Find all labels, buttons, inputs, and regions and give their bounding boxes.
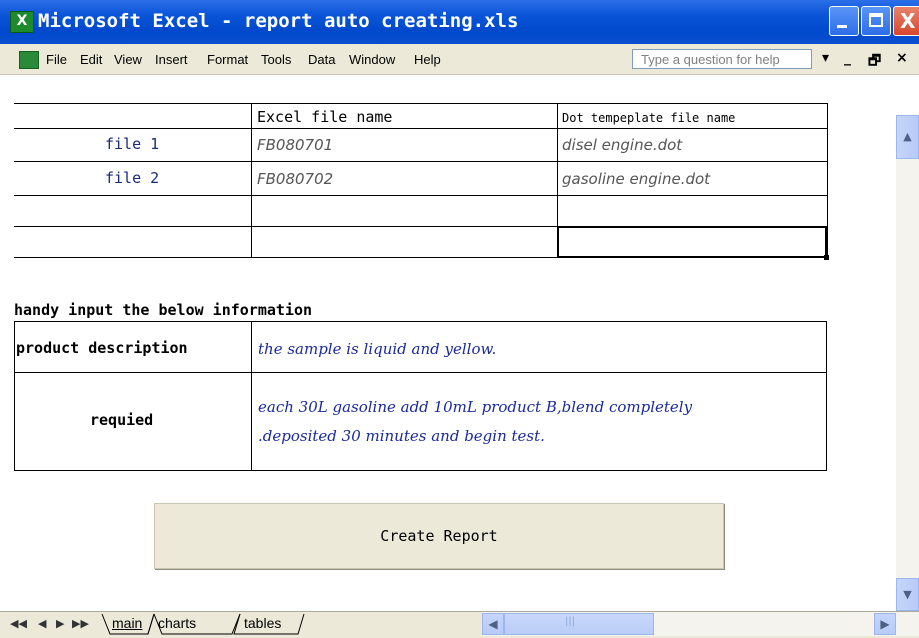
scroll-right-button[interactable]: ▶: [874, 613, 896, 635]
help-dropdown-icon[interactable]: ▾: [822, 50, 829, 66]
workbook-restore-icon[interactable]: 🗗: [868, 50, 881, 74]
menu-tools[interactable]: Tools: [261, 52, 291, 67]
maximize-button[interactable]: [861, 6, 891, 36]
workbook-close-icon[interactable]: ×: [896, 50, 908, 66]
menu-edit[interactable]: Edit: [80, 52, 102, 67]
excel-logo-letter: X: [16, 13, 28, 29]
window-title: Microsoft Excel - report auto creating.x…: [38, 10, 519, 32]
workbook-minimize-icon[interactable]: _: [844, 50, 851, 66]
required-value-line-2[interactable]: .deposited 30 minutes and begin test.: [258, 427, 545, 445]
menu-bar: File Edit View Insert Format Tools Data …: [0, 44, 919, 75]
grid-line: [827, 103, 828, 258]
prev-sheet-icon[interactable]: ◀: [38, 617, 46, 630]
grid-line: [14, 103, 828, 104]
grid-line: [14, 321, 15, 471]
menu-data[interactable]: Data: [308, 52, 335, 67]
excel-file-name-1[interactable]: FB080701: [257, 136, 333, 154]
menu-insert[interactable]: Insert: [155, 52, 188, 67]
selected-cell[interactable]: [557, 226, 827, 258]
required-value-line-1[interactable]: each 30L gasoline add 10mL product B,ble…: [258, 398, 692, 416]
menu-help[interactable]: Help: [414, 52, 441, 67]
grid-line: [251, 321, 252, 471]
grid-line: [14, 195, 828, 196]
create-report-label: Create Report: [380, 527, 498, 545]
product-description-label: product description: [16, 339, 188, 357]
help-placeholder: Type a question for help: [641, 52, 780, 67]
minimize-button[interactable]: [829, 6, 859, 36]
product-description-value[interactable]: the sample is liquid and yellow.: [258, 340, 496, 358]
dot-template-file-1[interactable]: disel engine.dot: [562, 136, 682, 154]
vertical-scrollbar[interactable]: [896, 115, 919, 611]
excel-file-name-2[interactable]: FB080702: [257, 170, 333, 188]
create-report-button[interactable]: Create Report: [154, 503, 724, 569]
grid-line: [14, 161, 828, 162]
grid-line: [251, 103, 252, 258]
tab-outlines: [101, 613, 305, 635]
grid-line: [14, 128, 828, 129]
close-icon: X: [900, 9, 916, 33]
menu-format[interactable]: Format: [207, 52, 248, 67]
required-label: requied: [90, 411, 154, 429]
grid-line: [826, 321, 827, 471]
last-sheet-icon[interactable]: ▶▶: [72, 617, 89, 630]
next-sheet-icon[interactable]: ▶: [56, 617, 64, 630]
scroll-down-icon: ▼: [903, 588, 912, 601]
menu-view[interactable]: View: [114, 52, 142, 67]
title-bar: X Microsoft Excel - report auto creating…: [0, 0, 919, 44]
section-title: handy input the below information: [14, 301, 313, 319]
grid-line: [14, 321, 827, 322]
excel-app-icon[interactable]: X: [10, 11, 34, 33]
scroll-down-button[interactable]: ▼: [896, 578, 919, 611]
fill-handle[interactable]: [824, 255, 829, 260]
row-label-file-2: file 2: [105, 169, 160, 187]
help-search-input[interactable]: Type a question for help: [632, 49, 812, 69]
grid-line: [14, 372, 827, 373]
grid-line: [14, 470, 827, 471]
dot-template-file-2[interactable]: gasoline engine.dot: [562, 170, 710, 188]
workbook-icon[interactable]: [19, 51, 39, 69]
close-button[interactable]: X: [893, 6, 919, 36]
menu-file[interactable]: File: [46, 52, 67, 67]
horizontal-scroll-thumb[interactable]: [504, 613, 654, 635]
menu-window[interactable]: Window: [349, 52, 395, 67]
header-dot-template-file-name: Dot tempeplate file name: [562, 111, 736, 125]
row-label-file-1: file 1: [105, 135, 160, 153]
scroll-up-icon: ▲: [903, 130, 912, 143]
scroll-left-button[interactable]: ◀: [482, 613, 504, 635]
header-excel-file-name: Excel file name: [257, 108, 393, 126]
scroll-up-button[interactable]: ▲: [896, 115, 919, 159]
first-sheet-icon[interactable]: ◀◀: [10, 617, 27, 630]
